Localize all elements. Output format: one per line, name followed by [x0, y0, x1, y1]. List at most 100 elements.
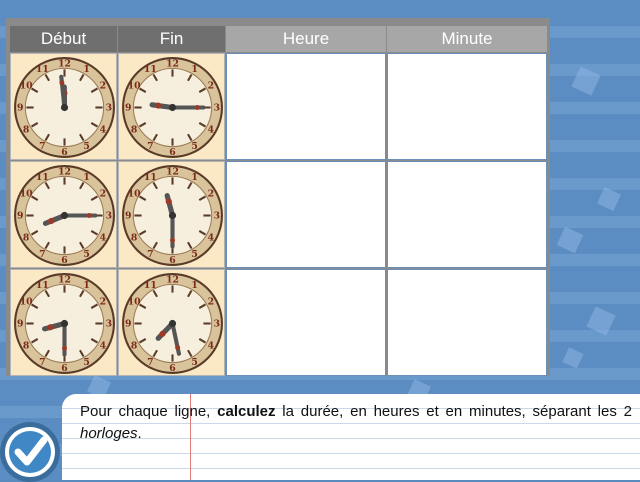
hour-hand-tip [159, 331, 165, 337]
clock-numeral: 2 [208, 80, 214, 91]
start-clock: 123456789101112 [13, 56, 116, 159]
end-clock-cell: 123456789101112 [118, 269, 225, 376]
clock-numeral: 12 [58, 274, 71, 285]
validate-button[interactable] [0, 422, 60, 482]
clock-numeral: 9 [125, 211, 131, 222]
clock-numeral: 10 [128, 188, 141, 199]
header-start: Début [10, 26, 117, 52]
hour-hand-tip [155, 103, 161, 109]
minutes-answer-cell[interactable] [387, 161, 547, 268]
clock-numeral: 3 [214, 103, 220, 114]
instruction-italic: horloges [80, 425, 138, 442]
clock-numeral: 7 [147, 357, 153, 368]
checkmark-icon [0, 422, 60, 482]
minute-hand-tip [87, 213, 92, 218]
clock-numeral: 9 [125, 103, 131, 114]
end-clock-cell: 123456789101112 [118, 161, 225, 268]
clock-numeral: 10 [20, 80, 33, 91]
clock-numeral: 5 [83, 249, 89, 260]
clock-numeral: 5 [83, 357, 89, 368]
clock-numeral: 2 [100, 80, 106, 91]
clock-numeral: 8 [131, 233, 137, 244]
clock-numeral: 10 [20, 188, 33, 199]
clock-numeral: 6 [61, 147, 67, 158]
minutes-answer-cell[interactable] [387, 53, 547, 160]
end-clock: 123456789101112 [121, 164, 224, 267]
start-clock-cell: 123456789101112 [10, 53, 117, 160]
clock-numeral: 12 [166, 58, 179, 69]
hour-hand-tip [47, 324, 53, 330]
start-clock: 123456789101112 [13, 164, 116, 267]
clock-center [169, 104, 176, 111]
minutes-answer-cell[interactable] [387, 269, 547, 376]
clock-numeral: 6 [169, 255, 175, 266]
minute-hand-tip [59, 80, 64, 85]
clock-numeral: 1 [83, 64, 89, 75]
clock-numeral: 11 [144, 172, 157, 183]
clock-numeral: 3 [106, 319, 112, 330]
hours-answer-cell[interactable] [226, 269, 386, 376]
clock-numeral: 9 [125, 319, 131, 330]
clock-numeral: 10 [128, 80, 141, 91]
clock-center [169, 320, 176, 327]
clock-numeral: 4 [100, 125, 107, 136]
clock-numeral: 5 [191, 141, 197, 152]
minute-hand-tip [195, 105, 200, 110]
clock-numeral: 2 [208, 188, 214, 199]
clock-numeral: 11 [144, 64, 157, 75]
clock-numeral: 7 [147, 249, 153, 260]
clock-numeral: 12 [58, 58, 71, 69]
start-clock-cell: 123456789101112 [10, 269, 117, 376]
clock-numeral: 7 [39, 249, 45, 260]
clock-numeral: 7 [39, 357, 45, 368]
clock-numeral: 9 [17, 211, 23, 222]
header-minutes: Minute [387, 26, 547, 52]
clock-numeral: 10 [20, 296, 33, 307]
clock-numeral: 7 [39, 141, 45, 152]
start-clock: 123456789101112 [13, 272, 116, 375]
clock-numeral: 4 [100, 341, 107, 352]
header-hours: Heure [226, 26, 386, 52]
clock-numeral: 1 [83, 172, 89, 183]
clock-numeral: 11 [36, 280, 49, 291]
hours-answer-cell[interactable] [226, 53, 386, 160]
clock-numeral: 3 [106, 103, 112, 114]
minute-hand-tip [175, 345, 180, 350]
clock-numeral: 6 [169, 147, 175, 158]
clock-numeral: 8 [131, 125, 137, 136]
clock-numeral: 4 [100, 233, 107, 244]
clock-numeral: 1 [191, 172, 197, 183]
clock-numeral: 7 [147, 141, 153, 152]
clock-numeral: 1 [83, 280, 89, 291]
minute-hand-tip [62, 346, 67, 351]
clock-numeral: 4 [208, 233, 215, 244]
clock-center [169, 212, 176, 219]
clock-numeral: 5 [83, 141, 89, 152]
hour-hand-tip [166, 198, 172, 204]
clock-numeral: 8 [23, 341, 29, 352]
clock-numeral: 9 [17, 319, 23, 330]
clock-numeral: 11 [36, 172, 49, 183]
clock-numeral: 1 [191, 280, 197, 291]
clock-numeral: 8 [23, 125, 29, 136]
hours-answer-cell[interactable] [226, 161, 386, 268]
clock-numeral: 4 [208, 125, 215, 136]
clock-center [61, 104, 68, 111]
clock-numeral: 6 [169, 363, 175, 374]
clock-numeral: 11 [36, 64, 49, 75]
clock-numeral: 5 [191, 249, 197, 260]
clock-numeral: 6 [61, 363, 67, 374]
clock-numeral: 9 [17, 103, 23, 114]
clock-numeral: 2 [208, 296, 214, 307]
start-clock-cell: 123456789101112 [10, 161, 117, 268]
clock-numeral: 2 [100, 296, 106, 307]
instruction-bold: calculez [217, 403, 275, 420]
end-clock: 123456789101112 [121, 272, 224, 375]
clock-numeral: 8 [131, 341, 137, 352]
end-clock: 123456789101112 [121, 56, 224, 159]
clock-numeral: 8 [23, 233, 29, 244]
clock-numeral: 3 [106, 211, 112, 222]
clock-numeral: 3 [214, 211, 220, 222]
instruction-text: Pour chaque ligne, calculez la durée, en… [80, 401, 632, 445]
instruction-panel: Pour chaque ligne, calculez la durée, en… [62, 394, 640, 480]
